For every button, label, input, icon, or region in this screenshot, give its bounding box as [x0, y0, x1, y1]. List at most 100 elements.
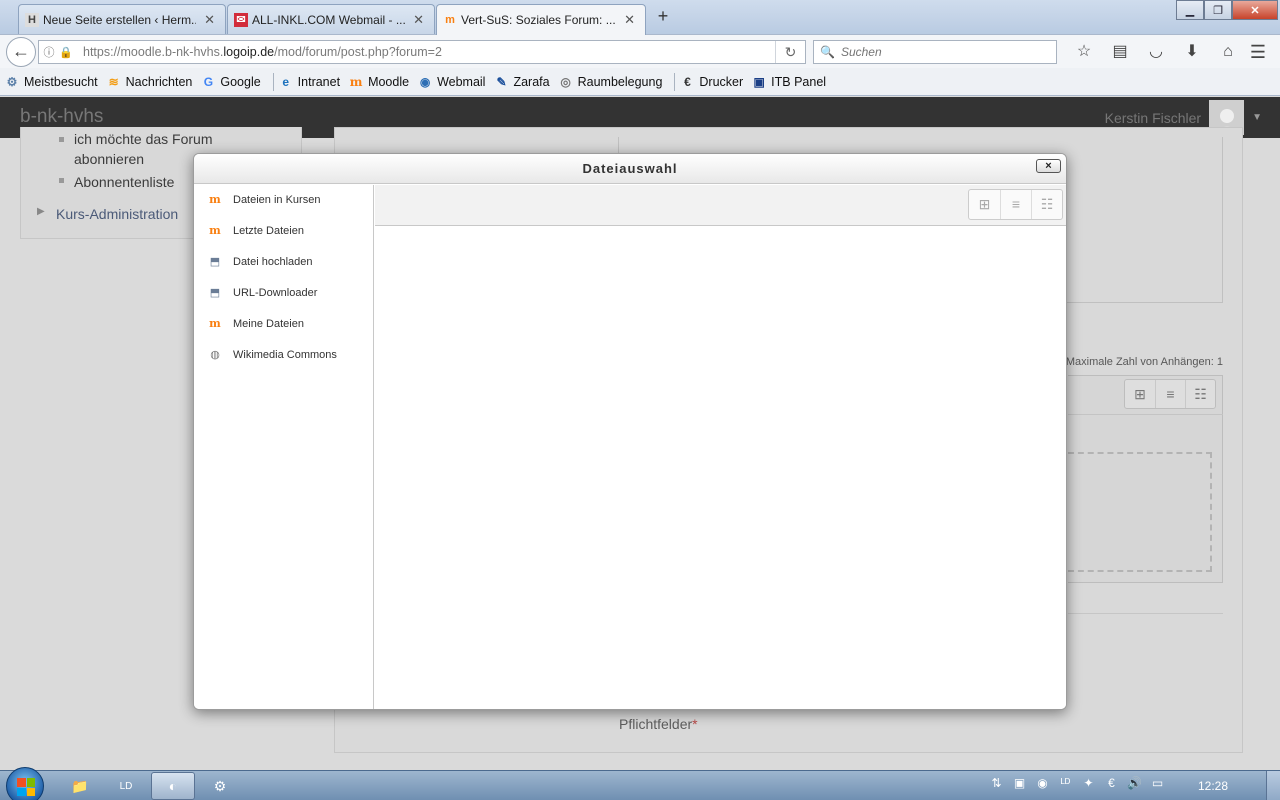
repo-label: Letzte Dateien — [233, 225, 304, 237]
bookmark-label: Raumbelegung — [577, 74, 663, 89]
new-tab-button[interactable]: + — [654, 6, 672, 26]
app-taskbar-icon[interactable]: LD — [104, 772, 148, 800]
search-icon: 🔍 — [820, 45, 835, 59]
bookmark-zarafa[interactable]: ✎ Zarafa — [493, 74, 549, 90]
reading-list-icon[interactable]: ▤ — [1102, 40, 1138, 64]
icon-view-icon[interactable]: ⊞ — [1125, 380, 1155, 408]
tree-view-icon[interactable]: ☷ — [1031, 190, 1062, 219]
taskbar-clock[interactable]: 12:28 — [1198, 779, 1228, 793]
url-bar[interactable]: ⓘ 🔒 https://moodle.b-nk-hvhs.logoip.de/m… — [38, 40, 806, 64]
home-icon[interactable]: ⌂ — [1210, 40, 1246, 64]
moodle-icon: m — [445, 14, 455, 26]
user-name: Kerstin Fischler — [1104, 109, 1202, 126]
firefox-taskbar-icon[interactable]: ◐ — [151, 772, 195, 800]
bookmark-raumbelegung[interactable]: ◎ Raumbelegung — [558, 74, 663, 90]
search-box[interactable]: 🔍 — [813, 40, 1057, 64]
tree-view-icon[interactable]: ☷ — [1185, 380, 1215, 408]
chevron-right-icon: ▶ — [37, 206, 45, 217]
reload-icon[interactable]: ↻ — [775, 41, 805, 63]
bookmark-google[interactable]: G Google — [200, 74, 261, 90]
icon-view-icon[interactable]: ⊞ — [969, 190, 1000, 219]
lock-warning-icon[interactable]: 🔒 — [59, 46, 75, 59]
chevron-down-icon: ▼ — [1252, 112, 1262, 123]
bookmark-label: Moodle — [368, 74, 410, 89]
tray-tools-icon[interactable]: ✦ — [1077, 776, 1100, 790]
repo-url-downloader[interactable]: ⬒ URL-Downloader — [206, 283, 318, 303]
tray-sync-icon[interactable]: ◉ — [1031, 776, 1054, 790]
filepicker-view-buttons: ⊞ ≡ ☷ — [1124, 379, 1216, 409]
browser-tab-1[interactable]: H Neue Seite erstellen ‹ Herm... ✕ — [18, 4, 226, 34]
repo-upload-file[interactable]: ⬒ Datei hochladen — [206, 252, 313, 272]
bookmark-separator — [674, 72, 676, 91]
tray-app-icon[interactable]: ▣ — [1008, 776, 1031, 790]
explorer-taskbar-icon[interactable]: 📁 — [58, 772, 102, 800]
repo-my-files[interactable]: m Meine Dateien — [206, 314, 304, 334]
max-attachments-label: Maximale Zahl von Anhängen: 1 — [1065, 356, 1223, 368]
webmail-icon: ◉ — [419, 74, 431, 89]
bookmark-label: Zarafa — [513, 74, 550, 89]
start-button[interactable] — [6, 767, 44, 800]
maximize-button[interactable]: ❐ — [1204, 0, 1232, 20]
repo-label: Datei hochladen — [233, 256, 313, 268]
tray-network-icon[interactable]: ⇅ — [985, 776, 1008, 790]
dialog-close-button[interactable]: × — [1036, 159, 1061, 173]
repo-course-files[interactable]: m Dateien in Kursen — [206, 190, 320, 210]
file-dropzone[interactable] — [1068, 452, 1212, 572]
url-prefix: https://moodle.b-nk-hvhs. — [83, 45, 224, 59]
ie-icon: e — [282, 74, 290, 89]
subscribe-forum-link-2[interactable]: abonnieren — [74, 151, 144, 167]
tray-euro-icon[interactable]: € — [1100, 776, 1123, 790]
subscribe-forum-link[interactable]: ich möchte das Forum — [74, 131, 213, 147]
minimize-button[interactable]: ▁ — [1176, 0, 1204, 20]
repo-recent-files[interactable]: m Letzte Dateien — [206, 221, 304, 241]
bookmark-label: Drucker — [699, 74, 744, 89]
google-icon: G — [203, 74, 214, 89]
search-input[interactable] — [840, 45, 1041, 59]
hermes-icon: H — [25, 13, 39, 27]
repo-label: Meine Dateien — [233, 318, 304, 330]
bookmark-nachrichten[interactable]: ≋ Nachrichten — [106, 74, 193, 90]
bookmark-webmail[interactable]: ◉ Webmail — [417, 74, 486, 90]
show-desktop-button[interactable] — [1266, 771, 1280, 800]
required-label: Pflichtfelder — [619, 716, 693, 732]
tab-title: ALL-INKL.COM Webmail - ... — [252, 12, 406, 27]
page-icon: ◎ — [560, 74, 571, 89]
volume-icon[interactable]: 🔊 — [1123, 776, 1146, 790]
back-button[interactable]: ← — [6, 37, 36, 67]
url-path: /mod/forum/post.php?forum=2 — [274, 45, 442, 59]
app2-taskbar-icon[interactable]: ⚙ — [198, 772, 242, 800]
browser-tab-2[interactable]: ✉ ALL-INKL.COM Webmail - ... ✕ — [227, 4, 435, 34]
bookmark-star-icon[interactable]: ☆ — [1066, 40, 1102, 64]
pocket-icon[interactable]: ◡ — [1138, 40, 1174, 64]
course-admin-link[interactable]: Kurs-Administration — [56, 206, 178, 222]
bookmark-intranet[interactable]: e Intranet — [278, 74, 340, 90]
moodle-icon: m — [209, 224, 221, 237]
close-tab-icon[interactable]: ✕ — [624, 12, 635, 28]
bookmark-meistbesucht[interactable]: ⚙ Meistbesucht — [4, 74, 98, 90]
tray-display-icon[interactable]: ▭ — [1146, 776, 1169, 790]
browser-tab-3-active[interactable]: m Vert-SuS: Soziales Forum: ... ✕ — [436, 4, 646, 35]
close-tab-icon[interactable]: ✕ — [204, 12, 215, 28]
url-text[interactable]: https://moodle.b-nk-hvhs.logoip.de/mod/f… — [83, 45, 775, 59]
tab-title: Vert-SuS: Soziales Forum: ... — [461, 13, 616, 27]
download-icon[interactable]: ⬇ — [1174, 40, 1210, 64]
bookmark-moodle[interactable]: m Moodle — [348, 74, 409, 90]
bookmark-drucker[interactable]: € Drucker — [679, 74, 743, 90]
list-view-icon[interactable]: ≡ — [1155, 380, 1185, 408]
bookmark-label: Google — [220, 74, 261, 89]
system-tray: ⇅ ▣ ◉ ᴸᴰ ✦ € 🔊 ▭ — [985, 776, 1169, 790]
close-tab-icon[interactable]: ✕ — [413, 12, 424, 28]
repo-label: Wikimedia Commons — [233, 349, 337, 361]
tray-ld-icon[interactable]: ᴸᴰ — [1054, 776, 1077, 790]
itb-panel-icon: ▣ — [753, 74, 765, 89]
site-brand[interactable]: b-nk-hvhs — [20, 106, 103, 128]
hamburger-menu-icon[interactable]: ☰ — [1246, 40, 1270, 64]
moodle-icon: m — [209, 193, 221, 206]
windows-taskbar: 📁 LD ◐ ⚙ ⇅ ▣ ◉ ᴸᴰ ✦ € 🔊 ▭ 12:28 — [0, 767, 1280, 800]
repo-wikimedia[interactable]: ◍ Wikimedia Commons — [206, 345, 337, 365]
info-icon[interactable]: ⓘ — [39, 44, 59, 60]
list-view-icon[interactable]: ≡ — [1000, 190, 1031, 219]
subscriber-list-link[interactable]: Abonnentenliste — [74, 174, 174, 190]
bookmark-itb-panel[interactable]: ▣ ITB Panel — [751, 74, 827, 90]
window-close-button[interactable]: ✕ — [1232, 0, 1278, 20]
